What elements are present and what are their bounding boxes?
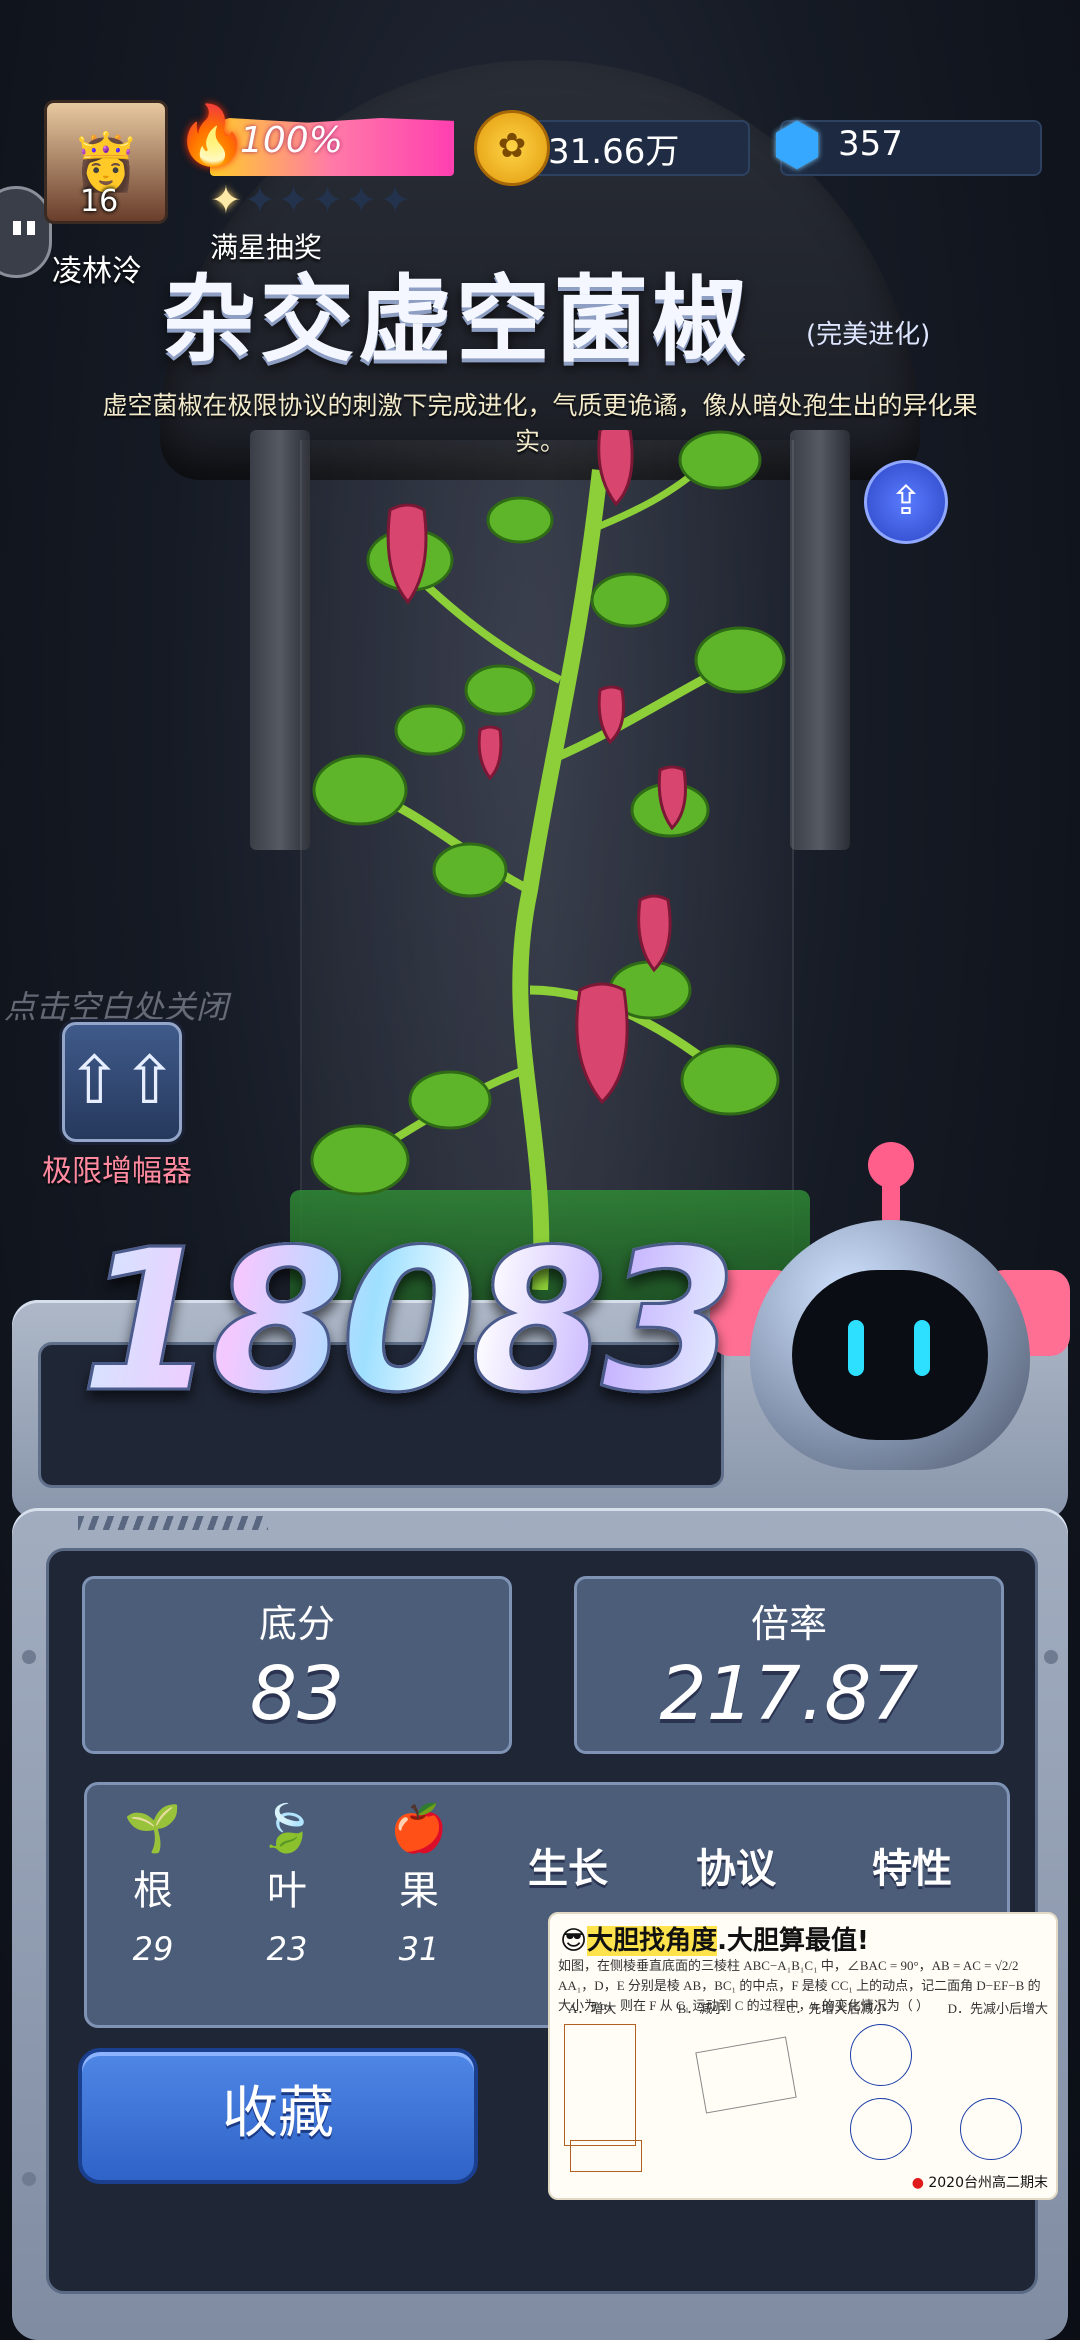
part-value: 29 bbox=[132, 1930, 174, 1968]
base-score-box: 底分 83 bbox=[82, 1576, 512, 1754]
part-label: 根 bbox=[133, 1868, 173, 1914]
player-name: 凌林泠 bbox=[52, 254, 142, 289]
game-scene[interactable]: 👸 16 凌林泠 🔥 100% ✦✦✦✦✦✦ 满星抽奖 ✿ 31.66万 ⬢ 3… bbox=[0, 0, 1080, 2340]
robot-eye-left bbox=[848, 1320, 864, 1376]
panel-screw bbox=[22, 2172, 36, 2186]
robot-visor bbox=[792, 1270, 988, 1440]
part-root: 🌱 根 29 bbox=[98, 1800, 208, 1968]
booster-label: 极限增幅器 bbox=[42, 1154, 192, 1189]
panel-screw bbox=[1044, 1650, 1058, 1664]
tag-growth[interactable]: 生长 bbox=[528, 1836, 608, 1894]
part-value: 23 bbox=[266, 1930, 308, 1968]
ad-title: 😎大胆找角度.大胆算最值! bbox=[560, 1926, 869, 1956]
ad-footer: ● 2020台州高二期末 bbox=[911, 2175, 1048, 2191]
panel-screw bbox=[22, 1650, 36, 1664]
panel-grip bbox=[78, 1516, 268, 1530]
part-fruit: 🍎 果 31 bbox=[364, 1800, 474, 1968]
base-score-value: 83 bbox=[249, 1651, 345, 1737]
fire-icon: 🔥 bbox=[176, 101, 249, 169]
share-icon: ⇪ bbox=[889, 478, 923, 524]
multiplier-label: 倍率 bbox=[750, 1602, 827, 1646]
total-score: 18083 bbox=[79, 1207, 740, 1438]
collect-button[interactable]: 收藏 bbox=[78, 2048, 478, 2184]
base-score-label: 底分 bbox=[258, 1602, 335, 1646]
player-level: 16 bbox=[80, 184, 119, 219]
part-leaf: 🍃 叶 23 bbox=[232, 1800, 342, 1968]
ad-figure bbox=[960, 2098, 1022, 2160]
leaf-icon: 🍃 bbox=[258, 1801, 316, 1855]
ad-figure bbox=[564, 2024, 636, 2146]
robot-antenna-ball bbox=[868, 1142, 914, 1188]
tag-trait[interactable]: 特性 bbox=[872, 1836, 952, 1894]
ad-figure bbox=[850, 2098, 912, 2160]
tag-protocol[interactable]: 协议 bbox=[696, 1836, 776, 1894]
ad-options: A．增大 B．减小 C．先增大后减小 D．先减小后增大 bbox=[568, 2001, 1048, 2016]
fruit-icon: 🍎 bbox=[390, 1801, 448, 1855]
robot-eye-right bbox=[914, 1320, 930, 1376]
booster-button[interactable]: ⇧⇧ bbox=[62, 1022, 182, 1142]
robot-mascot bbox=[700, 1142, 1070, 1480]
collect-label: 收藏 bbox=[222, 2081, 334, 2146]
share-button[interactable]: ⇪ bbox=[864, 460, 948, 544]
multiplier-value: 217.87 bbox=[659, 1651, 919, 1737]
coin-amount: 31.66万 bbox=[548, 132, 680, 172]
item-title-suffix: (完美进化) bbox=[806, 320, 931, 350]
emoji-icon: 😎 bbox=[560, 1926, 588, 1956]
star-filled-icon: ✦ bbox=[210, 178, 244, 222]
ad-card[interactable]: 😎大胆找角度.大胆算最值! 如图，在侧棱垂直底面的三棱柱 ABC−A₁B₁C₁ … bbox=[548, 1912, 1058, 2200]
part-label: 叶 bbox=[267, 1868, 307, 1914]
gem-amount: 357 bbox=[838, 124, 903, 164]
star-empty-icon: ✦✦✦✦✦ bbox=[243, 178, 414, 222]
item-title: 杂交虚空菌椒 bbox=[162, 266, 751, 375]
gem-icon: ⬢ bbox=[771, 110, 823, 178]
root-icon: 🌱 bbox=[124, 1801, 182, 1855]
multiplier-box: 倍率 217.87 bbox=[574, 1576, 1004, 1754]
ad-figure bbox=[695, 2036, 797, 2114]
ad-figure bbox=[850, 2024, 912, 2086]
coin-icon: ✿ bbox=[474, 110, 550, 186]
part-value: 31 bbox=[398, 1930, 440, 1968]
energy-percent: 100% bbox=[240, 120, 343, 161]
item-description: 虚空菌椒在极限协议的刺激下完成进化，气质更诡谲，像从暗处孢生出的异化果实。 bbox=[102, 391, 978, 456]
part-label: 果 bbox=[399, 1868, 439, 1914]
ad-figure bbox=[570, 2140, 642, 2172]
star-rating: ✦✦✦✦✦✦ bbox=[210, 178, 413, 222]
triple-arrow-up-icon: ⇧⇧ bbox=[66, 1042, 178, 1119]
